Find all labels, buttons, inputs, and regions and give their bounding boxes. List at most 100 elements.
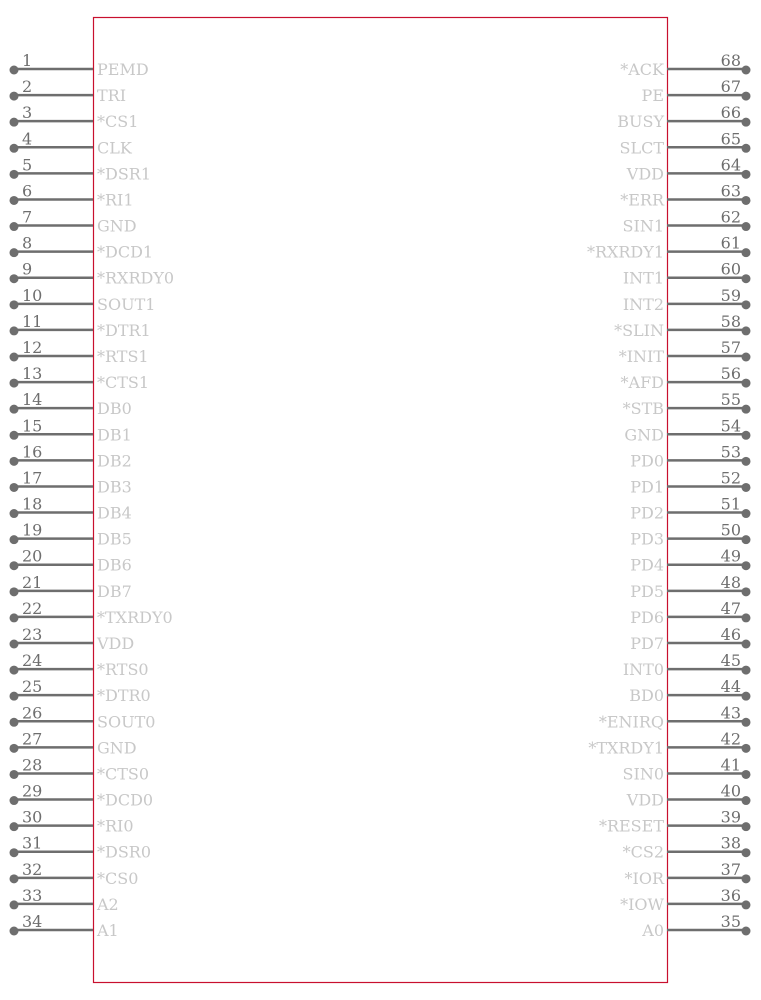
pin-endpoint-dot[interactable] [741, 222, 751, 232]
pin-endpoint-dot[interactable] [9, 743, 19, 753]
pin-number: 24 [22, 651, 42, 670]
pin-endpoint-dot[interactable] [741, 248, 751, 258]
pin-endpoint-dot[interactable] [741, 169, 751, 179]
pin-number: 41 [721, 755, 741, 774]
pin-endpoint-dot[interactable] [9, 404, 19, 414]
pin-67: 67 PE [642, 77, 751, 105]
pin-endpoint-dot[interactable] [9, 456, 19, 466]
pin-endpoint-dot[interactable] [9, 482, 19, 492]
pin-endpoint-dot[interactable] [9, 143, 19, 153]
pin-endpoint-dot[interactable] [9, 378, 19, 388]
pin-endpoint-dot[interactable] [9, 561, 19, 571]
pin-endpoint-dot[interactable] [9, 874, 19, 884]
pin-endpoint-dot[interactable] [741, 143, 751, 153]
pin-endpoint-dot[interactable] [741, 430, 751, 440]
pin-endpoint-dot[interactable] [741, 691, 751, 701]
pin-endpoint-dot[interactable] [9, 848, 19, 858]
pin-45: 45 INT0 [623, 651, 751, 679]
pin-27: 27 GND [9, 729, 137, 757]
pin-endpoint-dot[interactable] [741, 482, 751, 492]
pin-endpoint-dot[interactable] [9, 117, 19, 127]
pin-endpoint-dot[interactable] [741, 717, 751, 727]
pin-26: 26 SOUT0 [9, 703, 155, 731]
pin-endpoint-dot[interactable] [9, 639, 19, 649]
pin-endpoint-dot[interactable] [741, 639, 751, 649]
pin-endpoint-dot[interactable] [9, 91, 19, 101]
pin-name: *RESET [599, 817, 664, 836]
pin-endpoint-dot[interactable] [741, 456, 751, 466]
pin-name: BD0 [629, 686, 664, 705]
pin-name: *DCD0 [97, 791, 153, 810]
pin-endpoint-dot[interactable] [9, 769, 19, 779]
pin-endpoint-dot[interactable] [741, 561, 751, 571]
pin-46: 46 PD7 [630, 625, 751, 653]
pin-endpoint-dot[interactable] [741, 587, 751, 597]
pin-endpoint-dot[interactable] [9, 430, 19, 440]
pin-endpoint-dot[interactable] [741, 848, 751, 858]
pin-endpoint-dot[interactable] [741, 117, 751, 127]
pin-number: 15 [22, 416, 42, 435]
pin-17: 17 DB3 [9, 468, 132, 496]
pin-endpoint-dot[interactable] [9, 926, 19, 936]
pin-endpoint-dot[interactable] [9, 535, 19, 545]
pin-endpoint-dot[interactable] [741, 352, 751, 362]
pin-10: 10 SOUT1 [9, 286, 155, 314]
pin-endpoint-dot[interactable] [741, 926, 751, 936]
pin-endpoint-dot[interactable] [9, 665, 19, 675]
pin-endpoint-dot[interactable] [741, 300, 751, 310]
pin-number: 44 [721, 677, 741, 696]
pin-endpoint-dot[interactable] [741, 743, 751, 753]
pin-endpoint-dot[interactable] [741, 900, 751, 910]
pin-endpoint-dot[interactable] [741, 874, 751, 884]
pin-endpoint-dot[interactable] [741, 274, 751, 284]
pin-endpoint-dot[interactable] [9, 274, 19, 284]
pin-name: *RI1 [97, 190, 134, 209]
pin-endpoint-dot[interactable] [741, 769, 751, 779]
pin-name: *CS2 [623, 843, 664, 862]
pin-endpoint-dot[interactable] [9, 613, 19, 623]
pin-endpoint-dot[interactable] [741, 404, 751, 414]
pin-endpoint-dot[interactable] [9, 248, 19, 258]
pin-endpoint-dot[interactable] [741, 326, 751, 336]
pin-endpoint-dot[interactable] [741, 822, 751, 832]
pin-endpoint-dot[interactable] [9, 691, 19, 701]
pin-name: A1 [96, 921, 119, 940]
pin-number: 29 [22, 782, 42, 801]
pin-endpoint-dot[interactable] [741, 509, 751, 519]
pin-endpoint-dot[interactable] [9, 587, 19, 597]
pin-endpoint-dot[interactable] [9, 509, 19, 519]
pin-25: 25 *DTR0 [9, 677, 151, 705]
pin-endpoint-dot[interactable] [741, 195, 751, 205]
pin-endpoint-dot[interactable] [9, 326, 19, 336]
pin-number: 55 [721, 390, 741, 409]
pin-22: 22 *TXRDY0 [9, 599, 173, 627]
pin-endpoint-dot[interactable] [9, 822, 19, 832]
pin-number: 22 [22, 599, 42, 618]
pin-endpoint-dot[interactable] [741, 378, 751, 388]
pin-endpoint-dot[interactable] [9, 65, 19, 75]
pin-endpoint-dot[interactable] [741, 535, 751, 545]
pin-endpoint-dot[interactable] [9, 717, 19, 727]
pin-endpoint-dot[interactable] [9, 352, 19, 362]
pin-endpoint-dot[interactable] [9, 796, 19, 806]
pin-name: *CTS0 [97, 764, 149, 783]
pin-name: PD0 [630, 451, 664, 470]
pin-endpoint-dot[interactable] [741, 613, 751, 623]
pin-endpoint-dot[interactable] [741, 91, 751, 101]
pin-name: PD7 [630, 634, 664, 653]
pin-endpoint-dot[interactable] [9, 900, 19, 910]
pin-number: 64 [721, 155, 741, 174]
pin-endpoint-dot[interactable] [741, 65, 751, 75]
pin-endpoint-dot[interactable] [9, 195, 19, 205]
pin-endpoint-dot[interactable] [9, 222, 19, 232]
pin-name: PE [642, 86, 664, 105]
pin-endpoint-dot[interactable] [9, 300, 19, 310]
pin-name: *ERR [620, 190, 665, 209]
pin-endpoint-dot[interactable] [741, 796, 751, 806]
pin-endpoint-dot[interactable] [9, 169, 19, 179]
pin-number: 63 [721, 181, 741, 200]
pin-number: 3 [22, 103, 32, 122]
pin-47: 47 PD6 [630, 599, 751, 627]
pin-name: PD6 [630, 608, 664, 627]
pin-endpoint-dot[interactable] [741, 665, 751, 675]
